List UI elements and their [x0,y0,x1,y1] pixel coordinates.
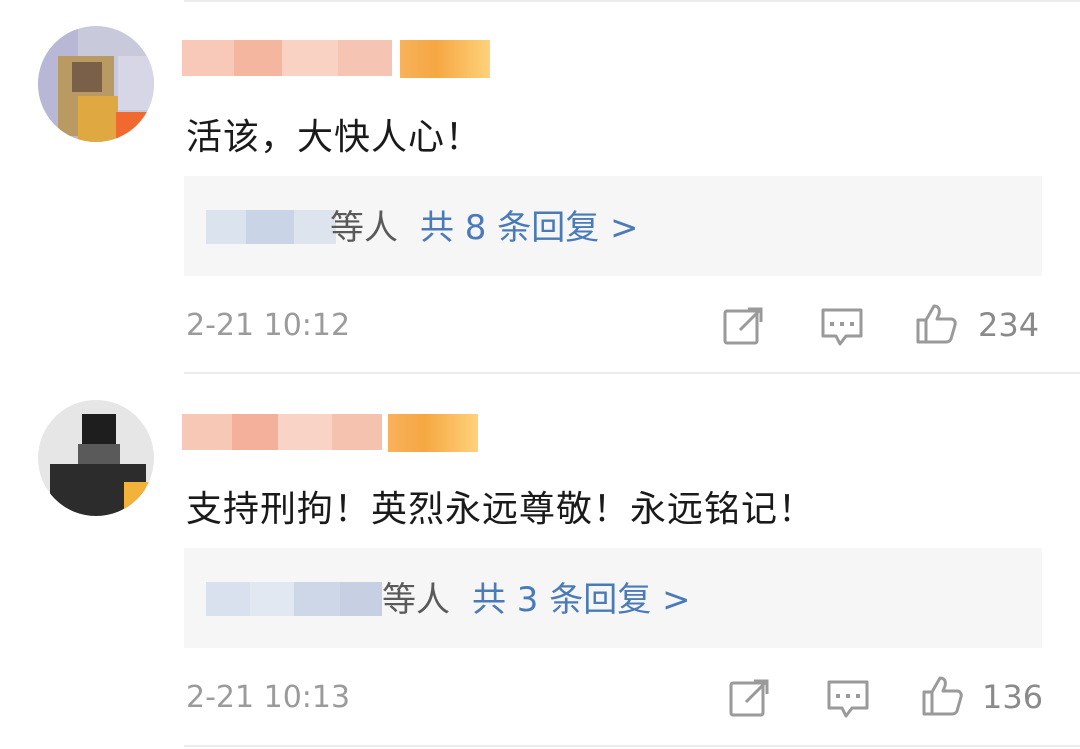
like-count: 136 [982,678,1044,716]
comment-icon[interactable] [820,306,864,350]
reply-users-blurred [206,582,382,616]
comment-divider [184,745,1080,747]
view-replies-link[interactable]: 共 3 条回复 > [472,580,691,620]
reply-users-suffix: 等人 [330,208,398,248]
share-icon[interactable] [722,304,766,348]
comment-item: 支持刑拘！英烈永远尊敬！永远铭记！ 等人共 3 条回复 > 2-21 10:13… [0,374,1080,749]
avatar[interactable] [38,26,154,142]
comment-time: 2-21 10:12 [186,308,351,343]
username-blurred[interactable] [182,40,392,76]
avatar[interactable] [38,400,154,516]
view-replies-link[interactable]: 共 8 条回复 > [420,208,639,248]
username-blurred[interactable] [182,414,382,450]
reply-users-blurred [206,210,336,244]
reply-users-suffix: 等人 [382,580,450,620]
like-icon[interactable] [920,674,964,718]
comment-icon[interactable] [826,678,870,722]
reply-preview[interactable]: 等人共 3 条回复 > [184,548,1042,648]
level-badge [400,40,490,78]
reply-preview[interactable]: 等人共 8 条回复 > [184,176,1042,276]
level-badge [388,414,478,452]
comment-item: 活该，大快人心！ 等人共 8 条回复 > 2-21 10:12 234 [0,0,1080,372]
like-icon[interactable] [914,302,958,346]
like-count: 234 [978,306,1040,344]
comment-text: 支持刑拘！英烈永远尊敬！永远铭记！ [186,489,816,530]
comment-time: 2-21 10:13 [186,680,351,715]
comment-text: 活该，大快人心！ [186,117,483,158]
share-icon[interactable] [728,676,772,720]
